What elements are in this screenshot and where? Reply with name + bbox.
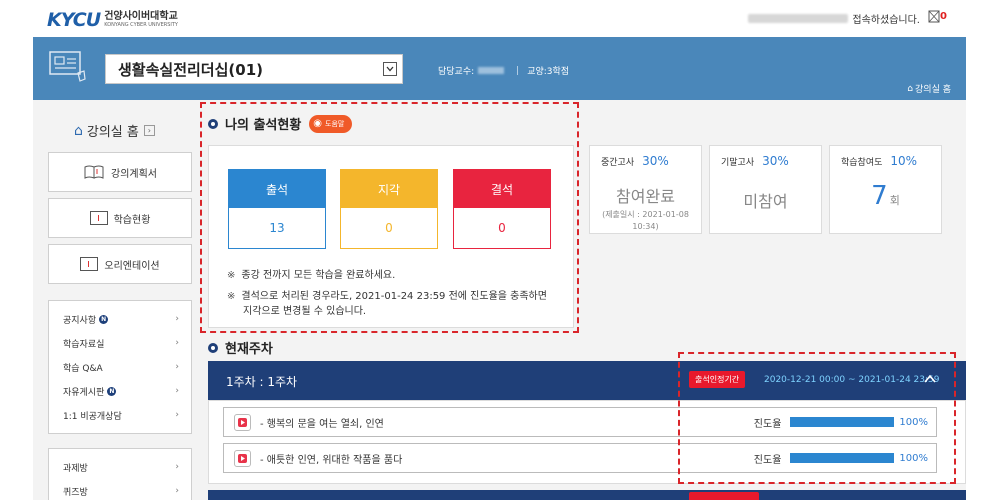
sidebar-item-label: 1:1 비공개상담 <box>63 411 122 422</box>
meta-divider: | <box>516 65 520 76</box>
highlight-box-attendance <box>200 102 579 333</box>
classroom-home-link[interactable]: ⌂ 강의실 홈 <box>907 82 951 96</box>
exam-status: 참여완료 <box>616 187 675 206</box>
sidebar-item-free-board[interactable]: 자유게시판 N › <box>49 379 191 403</box>
chevron-right-icon: › <box>175 462 179 472</box>
exam-label: 중간고사 <box>601 158 635 168</box>
logo-english-name: KONYANG CYBER UNIVERSITY <box>104 22 178 28</box>
chevron-right-icon: › <box>175 386 179 396</box>
home-icon: ⌂ <box>907 83 914 94</box>
sidebar-classroom-home[interactable]: ⌂ 강의실 홈 › <box>74 121 155 140</box>
chevron-right-icon: › <box>175 362 179 372</box>
next-week-badge <box>689 492 759 500</box>
chevron-right-icon: › <box>175 410 179 420</box>
classroom-icon <box>49 51 86 82</box>
sidebar-button-orientation[interactable]: 오리엔테이션 <box>48 244 192 284</box>
participation-label: 학습참여도 <box>841 158 883 168</box>
monitor-icon <box>89 211 108 225</box>
exam-weight: 30% <box>762 154 789 168</box>
classroom-home-label: 강의실 홈 <box>915 85 951 95</box>
monitor-icon <box>80 257 99 271</box>
final-exam-card: 기말고사 30% 미참여 <box>709 145 822 234</box>
chevron-down-icon[interactable] <box>383 62 397 76</box>
sidebar-item-assignments[interactable]: 과제방 › <box>49 455 191 479</box>
sidebar-button-learning-status[interactable]: 학습현황 <box>48 198 192 238</box>
week-label: 1주차 : 1주차 <box>226 375 298 389</box>
page-body: ⌂ 강의실 홈 › 강의계획서 학습현황 오리엔테이션 공지사항 N › 학습자… <box>33 100 966 500</box>
sidebar-item-qna[interactable]: 학습 Q&A › <box>49 355 191 379</box>
sidebar-item-quiz[interactable]: 퀴즈방 › <box>49 479 191 500</box>
chevron-right-icon: › <box>175 338 179 348</box>
current-week-section-title: 현재주차 <box>208 338 273 357</box>
play-icon[interactable] <box>234 413 251 431</box>
sidebar-home-label: 강의실 홈 <box>86 125 139 140</box>
play-icon[interactable] <box>234 449 251 467</box>
sidebar-button-label: 오리엔테이션 <box>104 260 160 272</box>
message-icon[interactable] <box>928 10 940 23</box>
new-badge: N <box>99 314 109 324</box>
course-meta: 담당교수: | 교양:3학점 <box>438 64 570 78</box>
course-category: 교양:3학점 <box>527 67 570 77</box>
exam-status: 미참여 <box>743 192 788 211</box>
welcome-text: 접속하셨습니다. <box>852 15 920 26</box>
book-icon <box>84 165 104 179</box>
sidebar-board-list: 공지사항 N › 학습자료실 › 학습 Q&A › 자유게시판 N › 1:1 비공… <box>48 300 192 434</box>
current-week-title: 현재주차 <box>225 342 273 357</box>
chevron-right-icon: › <box>175 314 179 324</box>
professor-name-blurred <box>478 67 505 74</box>
university-logo[interactable]: KYCU 건양사이버대학교 KONYANG CYBER UNIVERSITY <box>47 9 178 31</box>
sidebar-item-label: 자유게시판 <box>63 387 105 398</box>
exam-label: 기말고사 <box>721 158 755 168</box>
sidebar-button-label: 학습현황 <box>113 214 151 226</box>
course-header: 생활속실전리더십(01) 담당교수: | 교양:3학점 ⌂ 강의실 홈 <box>33 37 966 100</box>
welcome-message: 접속하셨습니다. <box>748 11 920 26</box>
section-bullet-icon <box>208 342 218 353</box>
sidebar-item-notice[interactable]: 공지사항 N › <box>49 307 191 331</box>
sidebar-button-label: 강의계획서 <box>111 168 157 180</box>
chevron-right-icon[interactable]: › <box>143 125 155 136</box>
sidebar-item-label: 학습자료실 <box>63 339 105 350</box>
submission-time: (제출일시 : 2021-01-08 10:34) <box>602 210 689 231</box>
sidebar-button-syllabus[interactable]: 강의계획서 <box>48 152 192 192</box>
exam-weight: 30% <box>642 154 669 168</box>
midterm-exam-card: 중간고사 30% 참여완료 (제출일시 : 2021-01-08 10:34) <box>589 145 702 234</box>
new-badge: N <box>107 386 117 396</box>
sidebar-task-list: 과제방 › 퀴즈방 › <box>48 448 192 500</box>
user-name-blurred <box>748 14 849 23</box>
sidebar-item-label: 학습 Q&A <box>63 363 103 374</box>
sidebar-item-label: 과제방 <box>63 463 88 474</box>
sidebar-item-materials[interactable]: 학습자료실 › <box>49 331 191 355</box>
logo-korean-name: 건양사이버대학교 <box>104 11 178 22</box>
sidebar-item-private-consult[interactable]: 1:1 비공개상담 › <box>49 403 191 427</box>
course-select-value: 생활속실전리더십(01) <box>118 60 263 79</box>
course-select[interactable]: 생활속실전리더십(01) <box>105 54 403 84</box>
highlight-box-period <box>678 352 956 484</box>
logo-text: 건양사이버대학교 KONYANG CYBER UNIVERSITY <box>104 12 178 28</box>
message-count: 0 <box>940 11 947 22</box>
sidebar-item-label: 퀴즈방 <box>63 487 88 498</box>
participation-card: 학습참여도 10% 7회 <box>829 145 942 234</box>
home-icon: ⌂ <box>74 122 83 139</box>
participation-unit: 회 <box>889 194 900 207</box>
logo-mark: KYCU <box>47 9 101 31</box>
chevron-right-icon: › <box>175 486 179 496</box>
next-week-header[interactable] <box>208 490 966 500</box>
sidebar-item-label: 공지사항 <box>63 315 97 326</box>
participation-weight: 10% <box>890 154 918 168</box>
top-bar: KYCU 건양사이버대학교 KONYANG CYBER UNIVERSITY 접… <box>0 0 1000 37</box>
professor-label: 담당교수: <box>438 67 475 77</box>
participation-count: 7 <box>871 181 888 211</box>
